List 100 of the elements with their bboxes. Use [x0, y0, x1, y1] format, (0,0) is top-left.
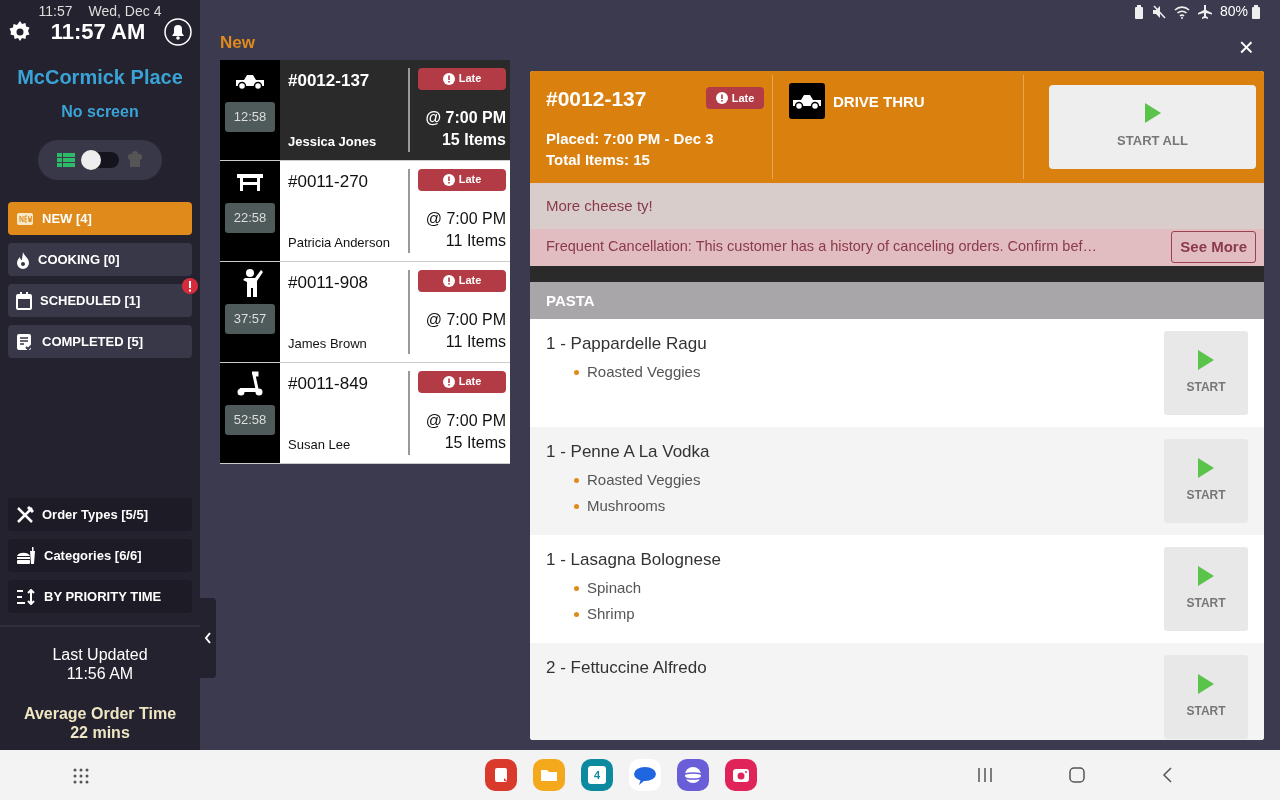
last-updated-label: Last Updated	[51, 645, 149, 665]
close-button[interactable]: ×	[1228, 34, 1264, 61]
item-count: 11 Items	[444, 231, 506, 252]
modifier-name: Spinach	[587, 577, 642, 598]
play-icon	[1144, 103, 1161, 124]
screen-status: No screen	[60, 102, 140, 122]
notes-app-icon[interactable]	[485, 759, 517, 791]
folder-glyph-icon	[540, 768, 558, 782]
start-button[interactable]: START	[1164, 547, 1248, 632]
app-grid-icon[interactable]	[72, 766, 90, 785]
alert-icon	[442, 72, 455, 85]
filter-button[interactable]: Order Types [5/5]	[8, 498, 192, 532]
play-icon	[1198, 566, 1214, 587]
scooter-icon	[236, 370, 264, 397]
customer-name: James Brown	[288, 335, 368, 353]
due-time: @ 7:00 PM	[425, 208, 506, 229]
item-name: 1 - Pappardelle Ragu	[546, 333, 707, 356]
due-time: @ 7:00 PM	[425, 309, 506, 330]
nav-tab[interactable]: SCHEDULED [1]	[8, 284, 192, 317]
order-timer: 37:57	[225, 303, 275, 334]
item-count: 15 Items	[440, 130, 506, 151]
alert-icon	[442, 173, 455, 186]
cancellation-warning: Frequent Cancellation: This customer has a history of canceling orders. Confirm bef…	[546, 237, 1097, 257]
calendar-icon	[16, 291, 32, 310]
bullet-icon	[574, 612, 579, 618]
back-icon[interactable]	[1161, 767, 1173, 783]
order-timer: 12:58	[225, 101, 275, 132]
late-text: Late	[458, 71, 482, 87]
note-glyph-icon	[493, 766, 509, 784]
filter-button[interactable]: BY PRIORITY TIME	[8, 580, 192, 614]
burger-drink-icon	[16, 546, 36, 565]
airplane-icon	[1197, 4, 1212, 19]
order-number: #0011-908	[288, 271, 370, 294]
start-button[interactable]: START	[1164, 331, 1248, 416]
chat-bubble-icon	[633, 765, 657, 785]
alert-icon	[442, 375, 455, 388]
order-number: #0012-137	[288, 69, 371, 92]
order-type: DRIVE THRU	[833, 92, 925, 113]
bell-icon[interactable]	[164, 18, 192, 46]
due-time: @ 7:00 PM	[425, 107, 506, 128]
start-all-button[interactable]: START ALL	[1049, 85, 1256, 170]
wifi-icon	[1173, 4, 1190, 19]
placed-time: Placed: 7:00 PM - Dec 3	[546, 128, 715, 149]
location-name: McCormick Place	[16, 65, 184, 90]
calendar-day: 4	[593, 766, 601, 784]
order-number: #0011-270	[288, 170, 370, 193]
start-button[interactable]: START	[1164, 439, 1248, 524]
bullet-icon	[574, 585, 579, 591]
customer-name: Jessica Jones	[288, 133, 378, 151]
alert-icon	[442, 274, 455, 287]
order-number: #0012-137	[546, 86, 647, 113]
camera-glyph-icon	[732, 767, 750, 783]
camera-app-icon[interactable]	[725, 759, 757, 791]
order-card[interactable]: 52:58 #0011-849 Susan Lee Late @ 7:00 PM 15 Items	[220, 362, 510, 464]
due-time: @ 7:00 PM	[425, 410, 506, 431]
home-icon[interactable]	[1069, 767, 1085, 783]
average-order-value: 22 mins	[69, 722, 131, 742]
see-more-button[interactable]: See More	[1171, 231, 1256, 264]
order-card[interactable]: 22:58 #0011-270 Patricia Anderson Late @ 7:00 PM 11 Items	[220, 160, 510, 262]
late-text: Late	[458, 172, 482, 188]
chef-hat-icon	[127, 151, 143, 169]
nav-tab[interactable]: COOKING [0]	[8, 243, 192, 276]
order-timer: 22:58	[225, 202, 275, 233]
clock: 11:57 AM	[50, 21, 146, 43]
order-timer: 52:58	[225, 404, 275, 435]
nav-tab[interactable]: COMPLETED [5]	[8, 325, 192, 358]
order-card[interactable]: 12:58 #0012-137 Jessica Jones Late @ 7:00 PM 15 Items	[220, 59, 510, 161]
view-toggle[interactable]	[38, 140, 162, 180]
alert-icon	[715, 92, 728, 105]
fork-knife-icon	[16, 505, 34, 524]
modifier-name: Mushrooms	[587, 496, 666, 517]
calendar-app-icon[interactable]: 4	[581, 759, 613, 791]
start-button[interactable]: START	[1164, 655, 1248, 740]
collapse-sidebar-button[interactable]	[200, 598, 216, 678]
order-note: More cheese ty!	[546, 195, 653, 216]
sort-icon	[16, 588, 36, 605]
browser-app-icon[interactable]	[677, 759, 709, 791]
alert-icon	[182, 278, 198, 294]
play-icon	[1198, 350, 1214, 371]
item-name: 1 - Lasagna Bolognese	[546, 549, 721, 572]
last-updated-time: 11:56 AM	[65, 664, 135, 684]
messages-app-icon[interactable]	[629, 759, 661, 791]
total-items: Total Items: 15	[546, 150, 651, 171]
new-badge-icon	[16, 211, 34, 226]
modifier-name: Shrimp	[587, 604, 635, 625]
recent-apps-icon[interactable]	[977, 767, 993, 783]
planet-icon	[683, 765, 703, 785]
order-card[interactable]: 37:57 #0011-908 James Brown Late @ 7:00 PM 11 Items	[220, 261, 510, 363]
chevron-left-icon	[204, 632, 212, 644]
late-text: Late	[458, 273, 482, 289]
order-number: #0011-849	[288, 372, 370, 395]
grid-view-icon	[57, 153, 75, 167]
modifier-name: Roasted Veggies	[587, 361, 701, 382]
column-title: New	[220, 32, 256, 54]
average-order-label: Average Order Time	[22, 703, 178, 723]
item-name: 1 - Penne A La Vodka	[546, 441, 710, 464]
category-header: PASTA	[546, 290, 595, 311]
flame-icon	[16, 250, 30, 269]
bullet-icon	[574, 477, 579, 483]
filter-button[interactable]: Categories [6/6]	[8, 539, 192, 573]
